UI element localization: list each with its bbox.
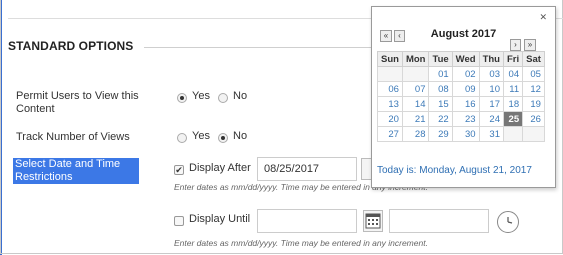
calendar-week-row: 20 21 22 23 24 25 26: [377, 111, 545, 127]
calendar-day-cell[interactable]: 19: [522, 96, 545, 112]
calendar-day-cell[interactable]: 31: [478, 126, 504, 142]
calendar-day-cell[interactable]: 29: [428, 126, 453, 142]
calendar-day-cell[interactable]: 03: [478, 66, 504, 82]
calendar-day-cell[interactable]: 18: [502, 96, 524, 112]
calendar-icon[interactable]: [363, 210, 383, 232]
clock-icon-glyph: [507, 217, 513, 224]
calendar-day-cell[interactable]: 14: [401, 96, 430, 112]
calendar-day-cell[interactable]: 26: [522, 111, 545, 127]
date-format-hint: Enter dates as mm/dd/yyyy. Time may be e…: [174, 238, 428, 248]
display-until-checkbox[interactable]: [174, 216, 184, 226]
calendar-day-cell[interactable]: 13: [377, 96, 403, 112]
section-divider: [144, 47, 374, 48]
calendar-day-cell[interactable]: 24: [478, 111, 504, 127]
date-picker-popup: ✕ « ‹ August 2017 › » Sun Mon Tue Wed Thu Fri…: [371, 6, 556, 188]
calendar-day-cell[interactable]: 01: [428, 66, 453, 82]
permit-label: Permit Users to View this Content: [16, 90, 139, 115]
calendar-day-cell[interactable]: 28: [401, 126, 430, 142]
calendar-day-cell[interactable]: 02: [451, 66, 480, 82]
track-yes-radio[interactable]: [177, 133, 187, 143]
calendar-day-cell[interactable]: 06: [377, 81, 403, 97]
track-no-label[interactable]: No: [233, 130, 247, 142]
calendar-day-cell[interactable]: 05: [522, 66, 545, 82]
calendar-week-row: 13 14 15 16 17 18 19: [377, 96, 545, 112]
display-after-label[interactable]: Display After: [189, 162, 251, 174]
today-link[interactable]: Today is: Monday, August 21, 2017: [377, 165, 532, 176]
calendar-day-cell[interactable]: 04: [502, 66, 524, 82]
calendar-day-cell[interactable]: 21: [401, 111, 430, 127]
calendar-day-cell[interactable]: 11: [502, 81, 524, 97]
calendar-empty-cell: [401, 66, 430, 82]
calendar-day-cell[interactable]: 10: [478, 81, 504, 97]
calendar-empty-cell: [522, 126, 545, 142]
weekday-header: Sun: [377, 51, 403, 67]
calendar-week-row: 06 07 08 09 10 11 12: [377, 81, 545, 97]
calendar-day-cell[interactable]: 23: [451, 111, 480, 127]
calendar-day-cell[interactable]: 09: [451, 81, 480, 97]
weekday-header: Mon: [401, 51, 430, 67]
permit-no-label[interactable]: No: [233, 90, 247, 102]
permit-yes-label[interactable]: Yes: [192, 90, 210, 102]
weekday-header: Fri: [502, 51, 524, 67]
clock-icon[interactable]: [497, 211, 519, 233]
calendar-week-row: 27 28 29 30 31: [377, 126, 545, 142]
display-after-date-input[interactable]: [257, 157, 357, 181]
weekday-header: Sat: [522, 51, 545, 67]
weekday-header: Tue: [428, 51, 453, 67]
section-title: STANDARD OPTIONS: [8, 39, 134, 53]
calendar-week-row: 01 02 03 04 05: [377, 66, 545, 82]
calendar-day-cell[interactable]: 12: [522, 81, 545, 97]
calendar-day-cell[interactable]: 22: [428, 111, 453, 127]
display-until-date-input[interactable]: [257, 209, 357, 233]
weekday-header: Wed: [451, 51, 480, 67]
calendar-day-cell[interactable]: 15: [428, 96, 453, 112]
calendar-grid: Sun Mon Tue Wed Thu Fri Sat 01 02 03 04 05 06 07 08 09…: [377, 51, 545, 142]
calendar-day-cell[interactable]: 27: [377, 126, 403, 142]
calendar-day-cell[interactable]: 17: [478, 96, 504, 112]
display-after-checkbox[interactable]: ✔: [174, 165, 184, 175]
close-icon[interactable]: ✕: [539, 12, 547, 23]
permit-yes-radio[interactable]: [177, 93, 187, 103]
weekday-header: Thu: [478, 51, 504, 67]
display-until-label[interactable]: Display Until: [189, 213, 250, 225]
date-restrictions-label: Select Date and Time Restrictions: [13, 158, 139, 184]
calendar-icon-glyph: [365, 213, 381, 229]
calendar-empty-cell: [502, 126, 524, 142]
calendar-day-cell[interactable]: 20: [377, 111, 403, 127]
calendar-day-cell[interactable]: 08: [428, 81, 453, 97]
calendar-day-cell[interactable]: 25: [502, 111, 524, 127]
permit-no-radio[interactable]: [218, 93, 228, 103]
calendar-day-cell[interactable]: 07: [401, 81, 430, 97]
track-yes-label[interactable]: Yes: [192, 130, 210, 142]
next-month-button[interactable]: ›: [510, 39, 521, 51]
display-until-time-input[interactable]: [389, 209, 489, 233]
track-no-radio[interactable]: [218, 133, 228, 143]
calendar-day-cell[interactable]: 16: [451, 96, 480, 112]
calendar-day-cell[interactable]: 30: [451, 126, 480, 142]
track-label: Track Number of Views: [16, 131, 130, 143]
next-year-button[interactable]: »: [524, 39, 536, 51]
calendar-empty-cell: [377, 66, 403, 82]
